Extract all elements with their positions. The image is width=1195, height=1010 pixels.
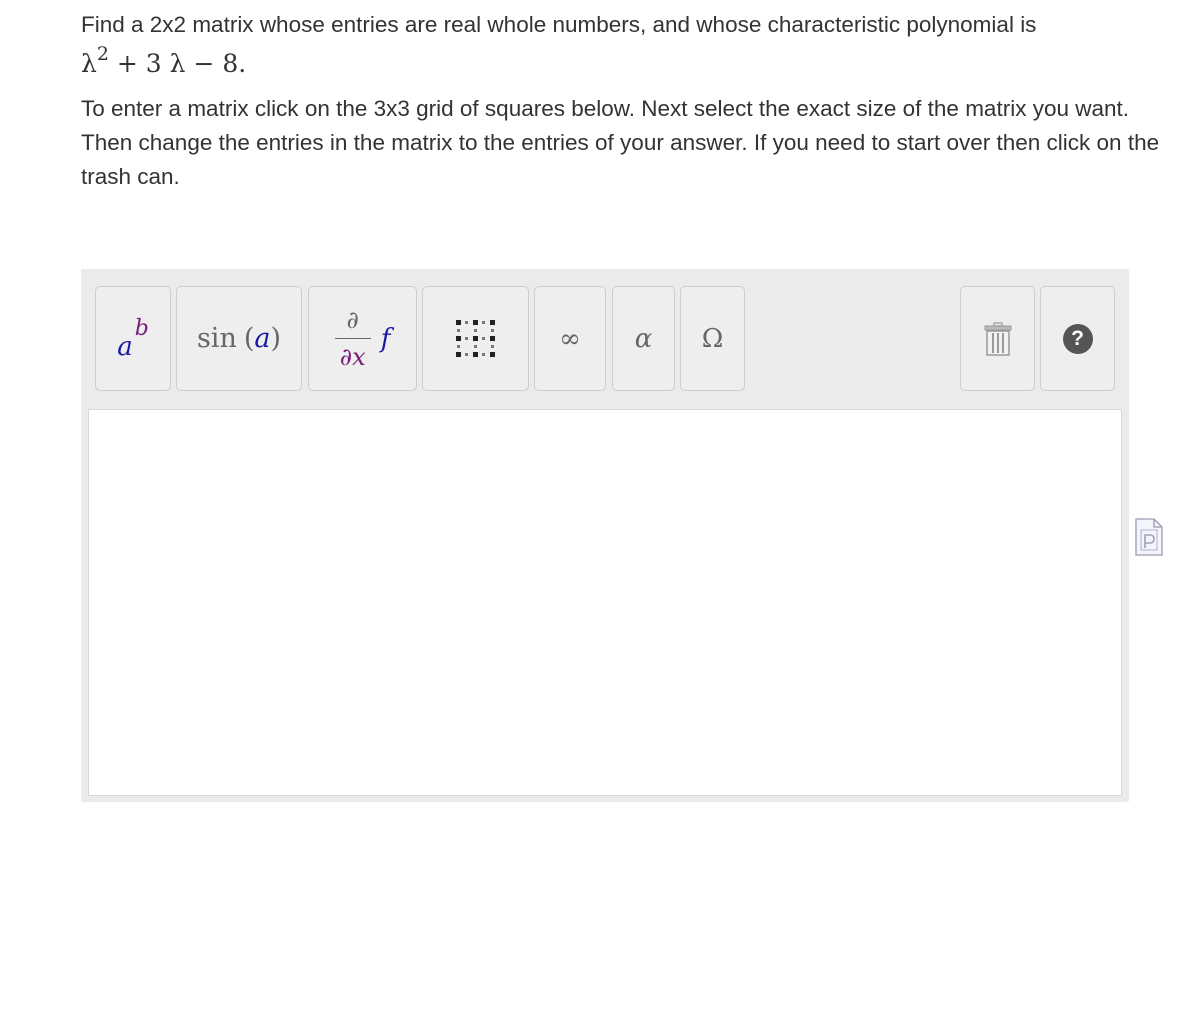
trig-button[interactable]: sin ( a ): [176, 286, 302, 391]
derivative-numerator: ∂: [346, 306, 359, 334]
help-button[interactable]: ?: [1040, 286, 1115, 391]
power-button[interactable]: a b: [95, 286, 171, 391]
help-icon: ?: [1062, 323, 1093, 354]
instruction-text-2: Then change the entries in the matrix to…: [81, 130, 1160, 189]
trig-open-paren: (: [243, 323, 255, 354]
greek-lowercase-button[interactable]: α: [612, 286, 675, 391]
derivative-button[interactable]: ∂ ∂x f: [308, 286, 417, 391]
trash-icon: [984, 321, 1011, 356]
question-line: Find a 2x2 matrix whose entries are real…: [81, 12, 1037, 37]
infinity-symbol: ∞: [559, 323, 581, 354]
fraction-bar: [334, 338, 371, 339]
document-icon[interactable]: [1135, 518, 1163, 556]
trash-button[interactable]: [960, 286, 1035, 391]
instruction-text: To enter a matrix click on the 3x3 grid …: [81, 96, 1129, 121]
poly-rest: + 3 λ − 8.: [108, 49, 247, 78]
derivative-denominator: ∂x: [339, 343, 366, 371]
poly-exponent: 2: [96, 43, 109, 65]
power-base: a: [117, 331, 133, 362]
omega-symbol: Ω: [701, 323, 724, 354]
trig-close-paren: ): [270, 323, 282, 354]
trig-argument: a: [254, 323, 271, 354]
characteristic-polynomial: λ2 + 3 λ − 8.: [81, 44, 1171, 84]
matrix-button[interactable]: [422, 286, 529, 391]
derivative-function: f: [380, 323, 391, 354]
power-exponent: b: [134, 316, 149, 341]
infinity-button[interactable]: ∞: [534, 286, 606, 391]
help-symbol: ?: [1071, 326, 1084, 350]
math-editor: a b sin ( a ) ∂ ∂x f ∞ α Ω ?: [81, 269, 1129, 802]
derivative-fraction: ∂ ∂x: [334, 306, 371, 371]
matrix-grid-icon: [455, 319, 495, 357]
poly-lambda: λ: [81, 49, 97, 78]
answer-input-area[interactable]: [88, 409, 1122, 796]
trig-function: sin: [196, 323, 237, 354]
question-text: Find a 2x2 matrix whose entries are real…: [81, 8, 1171, 194]
alpha-symbol: α: [634, 323, 653, 354]
greek-uppercase-button[interactable]: Ω: [680, 286, 745, 391]
